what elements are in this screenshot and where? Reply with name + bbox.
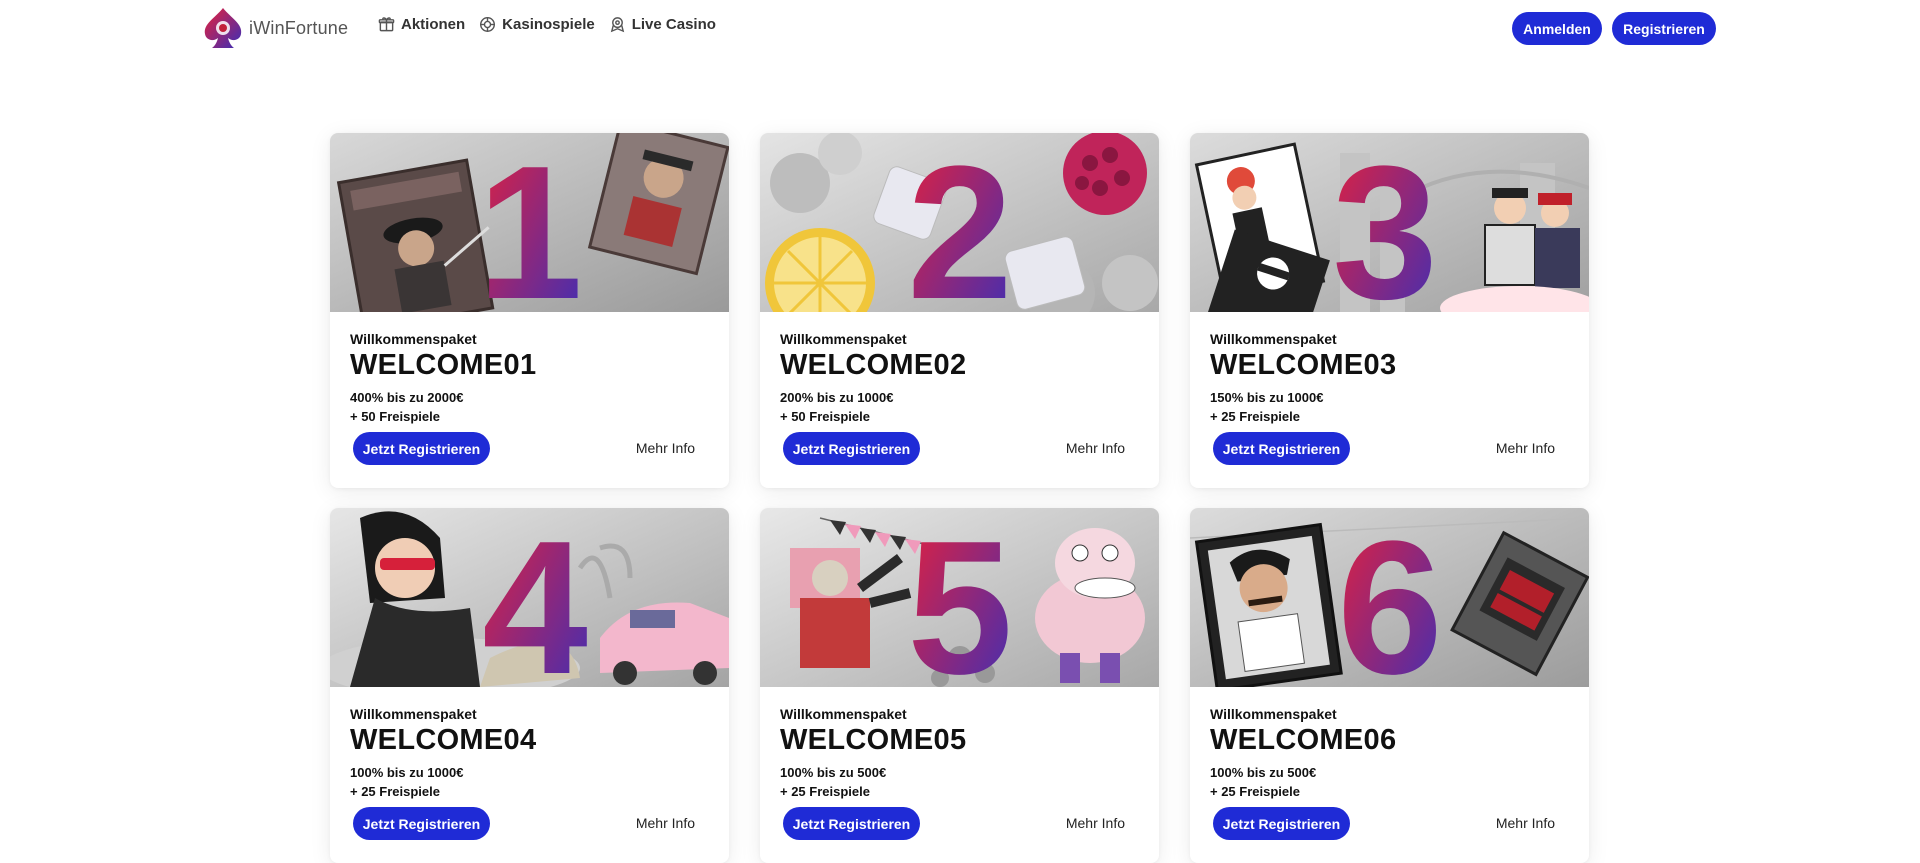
banner-number: 2	[907, 133, 1013, 312]
offer-line-2: + 50 Freispiele	[350, 409, 440, 424]
offer-line-2: + 25 Freispiele	[350, 784, 440, 799]
nav-item-label: Aktionen	[401, 16, 466, 33]
offer-line-1: 100% bis zu 1000€	[350, 765, 464, 780]
offer-banner: 1	[330, 133, 729, 312]
offer-text: 100% bis zu 500€ + 25 Freispiele	[1210, 763, 1569, 801]
offer-card: 1 Willkommenspaket WELCOME01 400% bis zu…	[330, 133, 729, 488]
offer-text: 150% bis zu 1000€ + 25 Freispiele	[1210, 388, 1569, 426]
offer-line-2: + 25 Freispiele	[1210, 409, 1300, 424]
offer-details: Willkommenspaket WELCOME03 150% bis zu 1…	[1210, 331, 1569, 426]
package-label: Willkommenspaket	[1210, 331, 1337, 347]
offer-actions: Jetzt Registrieren Mehr Info	[353, 807, 695, 840]
offer-actions: Jetzt Registrieren Mehr Info	[353, 432, 695, 465]
banner-number: 6	[1337, 508, 1443, 687]
site-header: iWinFortune Aktionen Kasinospiele Live C…	[0, 0, 1920, 56]
more-info-link[interactable]: Mehr Info	[636, 440, 695, 456]
banner-art: 4	[330, 508, 729, 687]
offer-actions: Jetzt Registrieren Mehr Info	[783, 807, 1125, 840]
more-info-link[interactable]: Mehr Info	[636, 815, 695, 831]
more-info-link[interactable]: Mehr Info	[1066, 440, 1125, 456]
offer-banner: 6	[1190, 508, 1589, 687]
offer-text: 400% bis zu 2000€ + 50 Freispiele	[350, 388, 709, 426]
main-nav: Aktionen Kasinospiele Live Casino	[378, 16, 716, 33]
register-now-button[interactable]: Jetzt Registrieren	[1213, 432, 1350, 465]
offer-line-1: 100% bis zu 500€	[1210, 765, 1317, 780]
offer-card: 5 Willkommenspaket WELCOME05 100% bis zu…	[760, 508, 1159, 863]
offer-line-2: + 50 Freispiele	[780, 409, 870, 424]
offer-line-1: 400% bis zu 2000€	[350, 390, 464, 405]
offer-details: Willkommenspaket WELCOME05 100% bis zu 5…	[780, 706, 1139, 801]
nav-item-label: Kasinospiele	[502, 16, 595, 33]
brand-name: iWinFortune	[249, 17, 349, 38]
offer-details: Willkommenspaket WELCOME04 100% bis zu 1…	[350, 706, 709, 801]
offer-details: Willkommenspaket WELCOME06 100% bis zu 5…	[1210, 706, 1569, 801]
gift-icon	[378, 17, 395, 32]
offer-actions: Jetzt Registrieren Mehr Info	[1213, 807, 1555, 840]
register-now-button[interactable]: Jetzt Registrieren	[353, 807, 490, 840]
register-now-button[interactable]: Jetzt Registrieren	[1213, 807, 1350, 840]
banner-number: 4	[482, 508, 588, 687]
nav-item-kasinospiele[interactable]: Kasinospiele	[479, 16, 595, 33]
spade-logo-icon	[204, 8, 242, 48]
banner-art: 2	[760, 133, 1159, 312]
bonus-code: WELCOME01	[350, 349, 537, 381]
offer-line-1: 200% bis zu 1000€	[780, 390, 894, 405]
offer-details: Willkommenspaket WELCOME02 200% bis zu 1…	[780, 331, 1139, 426]
login-button[interactable]: Anmelden	[1512, 12, 1602, 45]
register-now-button[interactable]: Jetzt Registrieren	[353, 432, 490, 465]
package-label: Willkommenspaket	[780, 331, 907, 347]
register-now-button[interactable]: Jetzt Registrieren	[783, 432, 920, 465]
offer-line-2: + 25 Freispiele	[780, 784, 870, 799]
offer-actions: Jetzt Registrieren Mehr Info	[783, 432, 1125, 465]
offer-line-1: 150% bis zu 1000€	[1210, 390, 1324, 405]
casino-chip-icon	[480, 16, 496, 33]
offer-card: 3 Willkommenspaket WELCOME03 150% bis zu…	[1190, 133, 1589, 488]
package-label: Willkommenspaket	[1210, 706, 1337, 722]
bonus-code: WELCOME05	[780, 724, 967, 756]
banner-art: 6	[1190, 508, 1589, 687]
banner-number: 5	[907, 508, 1013, 687]
offer-text: 100% bis zu 1000€ + 25 Freispiele	[350, 763, 709, 801]
offer-details: Willkommenspaket WELCOME01 400% bis zu 2…	[350, 331, 709, 426]
bonus-code: WELCOME04	[350, 724, 537, 756]
register-now-button[interactable]: Jetzt Registrieren	[783, 807, 920, 840]
offer-text: 200% bis zu 1000€ + 50 Freispiele	[780, 388, 1139, 426]
offer-line-1: 100% bis zu 500€	[780, 765, 887, 780]
nav-item-label: Live Casino	[631, 16, 716, 33]
offer-banner: 4	[330, 508, 729, 687]
more-info-link[interactable]: Mehr Info	[1066, 815, 1125, 831]
more-info-link[interactable]: Mehr Info	[1496, 440, 1555, 456]
offer-card: 6 Willkommenspaket WELCOME06 100% bis zu…	[1190, 508, 1589, 863]
bonus-code: WELCOME06	[1210, 724, 1397, 756]
bonus-code: WELCOME03	[1210, 349, 1397, 381]
banner-art: 1	[330, 133, 729, 312]
offer-banner: 2	[760, 133, 1159, 312]
banner-art: 3	[1190, 133, 1589, 312]
offer-text: 100% bis zu 500€ + 25 Freispiele	[780, 763, 1139, 801]
nav-item-aktionen[interactable]: Aktionen	[378, 16, 465, 33]
package-label: Willkommenspaket	[350, 706, 477, 722]
banner-number: 1	[477, 133, 583, 312]
bonus-code: WELCOME02	[780, 349, 967, 381]
more-info-link[interactable]: Mehr Info	[1496, 815, 1555, 831]
offer-card: 4 Willkommenspaket WELCOME04 100% bis zu…	[330, 508, 729, 863]
live-dealer-icon	[610, 17, 624, 33]
brand-logo[interactable]: iWinFortune	[201, 6, 348, 50]
package-label: Willkommenspaket	[350, 331, 477, 347]
offer-line-2: + 25 Freispiele	[1210, 784, 1300, 799]
offer-actions: Jetzt Registrieren Mehr Info	[1213, 432, 1555, 465]
offer-banner: 5	[760, 508, 1159, 687]
offer-banner: 3	[1190, 133, 1589, 312]
register-button[interactable]: Registrieren	[1612, 12, 1716, 45]
banner-number: 3	[1332, 133, 1438, 312]
offer-card: 2 Willkommenspaket WELCOME02 200% bis zu…	[760, 133, 1159, 488]
package-label: Willkommenspaket	[780, 706, 907, 722]
auth-buttons: Anmelden Registrieren	[1512, 12, 1716, 45]
nav-item-live-casino[interactable]: Live Casino	[609, 16, 716, 33]
banner-art: 5	[760, 508, 1159, 687]
